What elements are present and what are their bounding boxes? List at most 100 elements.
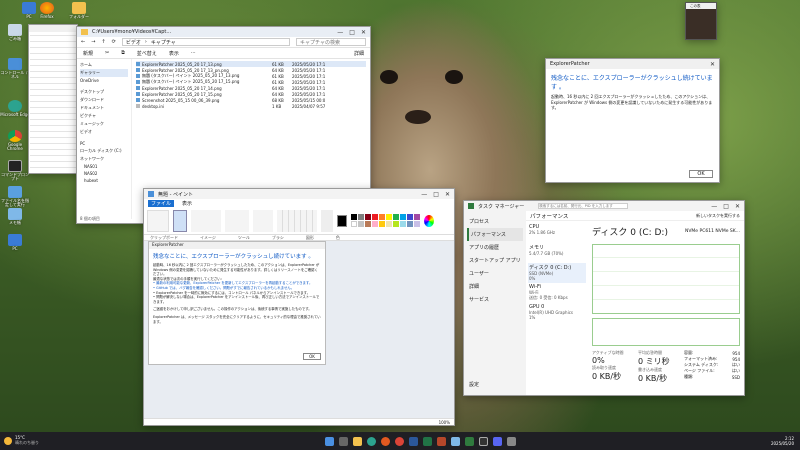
resource-cpu[interactable]: CPU 2% 1.86 GHz [528,223,586,243]
sidebar-item-pictures[interactable]: ピクチャ [80,112,128,120]
edit-colors-icon[interactable] [424,214,434,227]
table-row[interactable]: desktop.ini 1 KB 2025/04/07 9:57 [136,103,366,109]
settings-icon[interactable] [506,436,516,446]
paint-canvas[interactable]: ExplorerPatcher 残念なことに、エクスプローラーがクラッシュし続け… [148,241,326,365]
palette-color[interactable] [365,221,371,227]
desktop-icon-chrome[interactable]: Google Chrome [0,130,30,152]
line-size-tool[interactable] [321,209,333,232]
sidebar-item-gallery[interactable]: ギャラリー [80,69,128,77]
taskmgr-icon[interactable] [464,436,474,446]
desktop-icon-notepad[interactable]: メモ帳 [0,208,30,225]
firefox-icon[interactable] [380,436,390,446]
nav-app-history[interactable]: アプリの履歴 [467,241,523,254]
resource-memory[interactable]: メモリ 5.4/7.7 GB (70%) [528,243,586,263]
resource-gpu[interactable]: GPU 0 Intel(R) UHD Graphics 1% [528,303,586,323]
sidebar-item-nas01[interactable]: NAS01 [80,163,128,170]
sidebar-item-onedrive[interactable]: OneDrive [80,77,128,84]
desktop-icon-pc[interactable]: PC [0,234,30,251]
details-button[interactable]: 詳細 [354,50,364,57]
address-field[interactable]: ビデオ › キャプチャ [121,38,290,46]
palette-color[interactable] [372,214,378,220]
resource-wifi[interactable]: Wi-Fi Wi-Fi 送信: 0 受信: 0 Kbps [528,283,586,303]
terminal-icon[interactable] [478,436,488,446]
nav-services[interactable]: サービス [467,293,523,306]
clipboard-group[interactable] [147,209,169,232]
up-icon[interactable]: ↑ [101,39,105,45]
palette-color[interactable] [351,214,357,220]
desktop-icon-run[interactable]: ファイル名を指定して実行 [0,186,30,208]
sidebar-item-hubext[interactable]: hubext [80,177,128,184]
cut-icon[interactable]: ✂ [105,50,109,56]
sidebar-item-home[interactable]: ホーム [80,61,128,69]
minimize-icon[interactable]: — [337,29,343,36]
tools-group[interactable] [225,209,249,232]
minimize-icon[interactable]: — [421,191,427,198]
palette-color[interactable] [393,221,399,227]
color1-swatch[interactable] [337,214,347,227]
close-icon[interactable]: ✕ [445,191,450,198]
explorer-tab[interactable]: C:¥Users¥mono¥Videos¥Capt... [92,29,171,35]
more-icon[interactable]: ··· [191,50,196,56]
palette-color[interactable] [386,221,392,227]
palette-color[interactable] [400,221,406,227]
palette-color[interactable] [386,214,392,220]
image-group[interactable] [191,209,221,232]
maximize-icon[interactable]: □ [723,203,729,210]
palette-color[interactable] [414,221,420,227]
nav-settings[interactable]: 設定 [469,381,479,388]
palette-color[interactable] [358,221,364,227]
brush-tool[interactable] [253,209,273,232]
nav-performance[interactable]: パフォーマンス [467,228,523,241]
forward-icon[interactable]: → [91,39,95,45]
file-menu[interactable]: ファイル [148,199,175,207]
palette-color[interactable] [407,221,413,227]
breadcrumb-item[interactable]: ビデオ [126,39,141,46]
sidebar-item-pc[interactable]: PC [80,140,128,147]
close-icon[interactable]: ✕ [735,203,740,210]
paint-window[interactable]: 無題 - ペイント — □ ✕ ファイル 表示 クリップボード イメージ ツール… [143,188,455,426]
new-button[interactable]: 新規 [83,50,93,57]
maximize-icon[interactable]: □ [433,191,439,198]
select-tool[interactable] [173,209,187,232]
search-icon[interactable] [338,436,348,446]
run-task-button[interactable]: 新しいタスクを実行する [696,213,740,219]
palette-color[interactable] [414,214,420,220]
resource-disk[interactable]: ディスク 0 (C: D:) SSD (NVMe) 0% [528,263,586,283]
desktop-icon-folder[interactable]: フォルダー [64,2,94,19]
breadcrumb-item[interactable]: キャプチャ [151,39,176,46]
word-icon[interactable] [408,436,418,446]
explorer-icon[interactable] [352,436,362,446]
sidebar-item-music[interactable]: ミュージック [80,120,128,128]
palette-color[interactable] [393,214,399,220]
palette-color[interactable] [400,214,406,220]
nav-startup[interactable]: スタートアップ アプリ [467,254,523,267]
taskmgr-search-input[interactable]: 検索するには名前、発行元、PID を入力します [538,203,629,209]
desktop-icon-edge[interactable]: Microsoft Edge [0,100,30,117]
desktop-icon-firefox[interactable]: Firefox [32,2,62,19]
shapes-group[interactable] [277,209,317,232]
palette-color[interactable] [372,221,378,227]
sidebar-item-nas02[interactable]: NAS02 [80,170,128,177]
close-icon[interactable]: ✕ [361,29,366,36]
excel-icon[interactable] [422,436,432,446]
sidebar-item-network[interactable]: ネットワーク [80,155,128,163]
palette-color[interactable] [358,214,364,220]
sidebar-item-downloads[interactable]: ダウンロード [80,96,128,104]
sidebar-item-documents[interactable]: ドキュメント [80,104,128,112]
refresh-icon[interactable]: ⟳ [112,39,116,45]
clock[interactable]: 2:12 2025/05/20 [771,436,800,446]
sidebar-item-desktop[interactable]: デスクトップ [80,88,128,96]
search-input[interactable]: キャプチャの検索 [296,38,366,46]
chrome-icon[interactable] [394,436,404,446]
sort-button[interactable]: 並べ替え [137,50,157,57]
desktop-icon-recycle[interactable]: ごみ箱 [0,24,30,41]
palette-color[interactable] [351,221,357,227]
chat-icon[interactable] [492,436,502,446]
desktop-icon-cmd[interactable]: コマンドプロンプト [0,160,30,182]
right-dialog-ok-button[interactable]: OK [689,170,713,178]
right-dialog[interactable]: ExplorerPatcher ✕ 残念なことに、エクスプローラーがクラッシュし… [545,58,720,183]
palette-color[interactable] [407,214,413,220]
background-table-window[interactable] [28,24,78,174]
view-button[interactable]: 表示 [169,50,179,57]
sidebar-item-videos[interactable]: ビデオ [80,128,128,136]
